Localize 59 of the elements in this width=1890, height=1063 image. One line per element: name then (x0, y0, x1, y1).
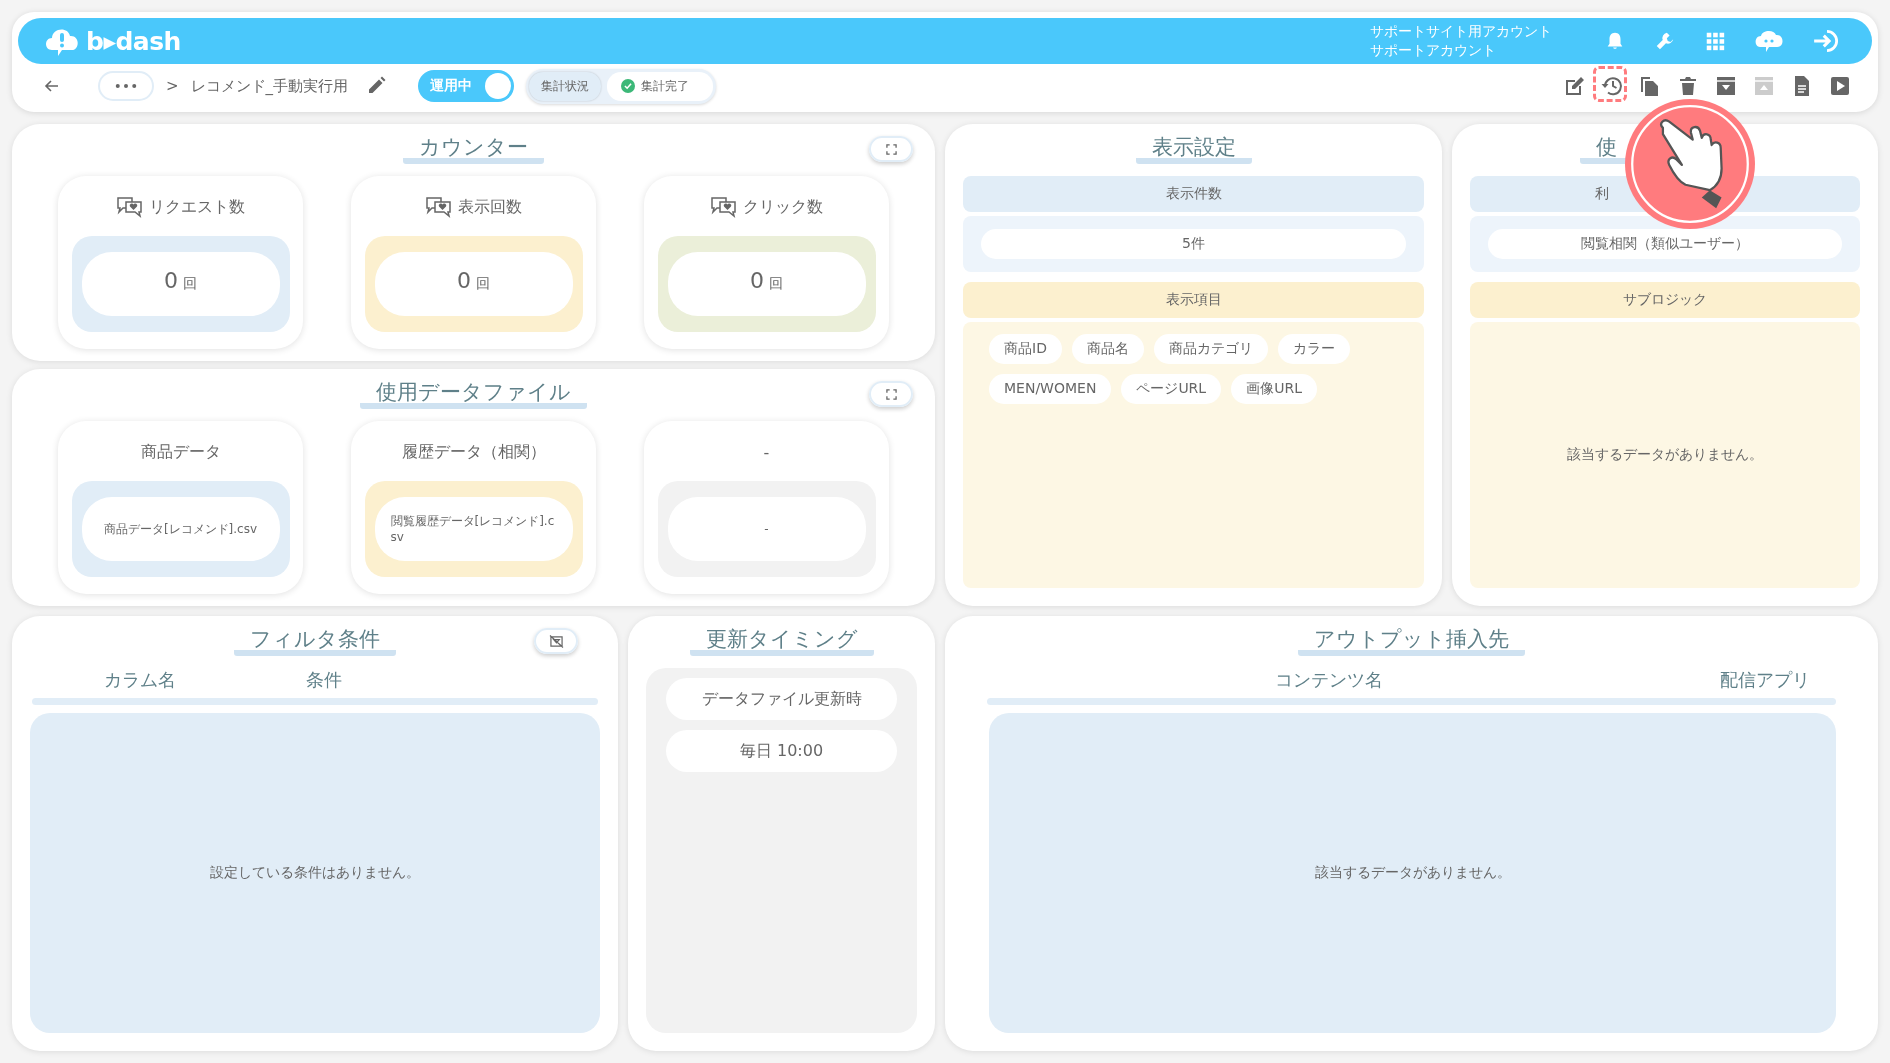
pencil-icon[interactable] (366, 76, 387, 96)
dots-icon (115, 83, 137, 89)
counter-unit: 回 (769, 275, 783, 293)
setting-header: 表示件数 (963, 176, 1424, 212)
column-header: カラム名 (103, 668, 176, 692)
expand-icon (885, 143, 897, 155)
setting-header: サブロジック (1470, 282, 1860, 318)
status-toggle[interactable]: 運用中 (418, 70, 515, 102)
counter-label: クリック数 (743, 196, 823, 218)
setting-value: 5件 (981, 229, 1406, 259)
check-circle-icon (621, 79, 636, 93)
status-label: 集計状況 (529, 71, 602, 101)
chat-heart-icon (425, 196, 453, 218)
counter-unit: 回 (183, 275, 197, 293)
counter-value: 0 (164, 268, 178, 293)
back-arrow-icon[interactable] (44, 78, 60, 94)
status-value: 集計完了 (607, 71, 714, 101)
empty-message: 設定している条件はありません。 (210, 864, 420, 882)
file-name: 閲覧履歴データ[レコメンド].csv (390, 513, 556, 545)
display-item-chip: 商品ID (989, 334, 1062, 364)
funnel-slash-icon (548, 634, 564, 648)
expand-icon (885, 388, 897, 400)
counter-value: 0 (750, 268, 764, 293)
display-item-chip: 商品カテゴリ (1153, 334, 1268, 364)
display-item-chip: 商品名 (1071, 334, 1144, 364)
breadcrumb-separator: > (166, 77, 179, 95)
display-item-chip: 画像URL (1231, 374, 1317, 404)
play-icon[interactable] (1828, 74, 1852, 98)
empty-message: 該当するデータがありません。 (1314, 864, 1511, 882)
column-header: コンテンツ名 (1275, 668, 1383, 692)
display-item-chip: ページURL (1121, 374, 1222, 404)
timing-value: データファイル更新時 (666, 678, 897, 720)
breadcrumb-title: レコメンド_手動実行用 (190, 76, 349, 96)
display-item-chip: カラー (1277, 334, 1350, 364)
file-name: - (764, 521, 769, 537)
history-icon[interactable] (1600, 74, 1624, 98)
setting-header: 表示項目 (963, 282, 1424, 318)
more-button[interactable] (98, 71, 154, 101)
data-file-label: 商品データ (140, 441, 221, 463)
chat-heart-icon (710, 196, 738, 218)
column-header: 条件 (306, 668, 342, 692)
account-name: サポートサイト用アカウント (1370, 22, 1552, 41)
counter-unit: 回 (476, 275, 490, 293)
column-header: 配信アプリ (1720, 668, 1810, 692)
timing-value: 毎日 10:00 (666, 730, 897, 772)
archive-down-icon[interactable] (1714, 74, 1738, 98)
account-name: サポートアカウント (1370, 41, 1497, 60)
chat-heart-icon (116, 196, 144, 218)
data-file-label: 履歴データ（相関） (401, 441, 546, 463)
display-item-chip: MEN/WOMEN (989, 374, 1112, 404)
file-name: 商品データ[レコメンド].csv (103, 521, 258, 537)
setting-value: 閲覧相関（類似ユーザー） (1488, 229, 1842, 259)
counter-label: リクエスト数 (149, 196, 245, 218)
counter-label: 表示回数 (458, 196, 522, 218)
data-file-label: - (763, 442, 770, 462)
logo-text: b▸dash (86, 26, 181, 56)
counter-value: 0 (457, 268, 471, 293)
empty-message: 該当するデータがありません。 (1567, 446, 1763, 464)
filter-off-button[interactable] (534, 628, 578, 654)
